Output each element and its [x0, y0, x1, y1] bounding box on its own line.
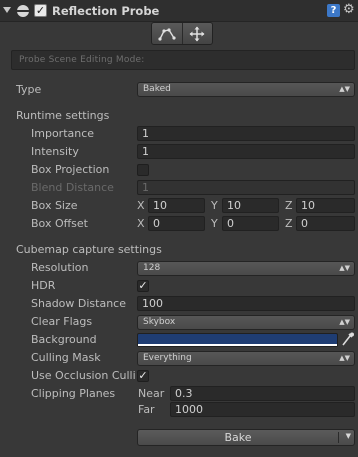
clear-flags-label: Clear Flags	[31, 315, 93, 328]
importance-field[interactable]: 1	[137, 126, 355, 141]
box-offset-y-axis: Y	[211, 217, 218, 230]
bake-divider	[338, 432, 339, 443]
cubemap-settings-heading: Cubemap capture settings	[16, 243, 162, 256]
culling-mask-dropdown[interactable]: Everything ▲▼	[137, 351, 355, 366]
clear-flags-dropdown[interactable]: Skybox ▲▼	[137, 315, 355, 330]
box-offset-x-field[interactable]: 0	[148, 216, 205, 231]
component-header: ✓ Reflection Probe ? ⚙	[0, 0, 358, 22]
reflection-probe-icon	[17, 5, 29, 17]
near-field[interactable]: 0.3	[170, 386, 355, 401]
importance-label: Importance	[31, 127, 95, 140]
edit-mode-label: Probe Scene Editing Mode:	[11, 50, 355, 70]
occlusion-culling-checkbox[interactable]: ✓	[137, 370, 149, 382]
intensity-label: Intensity	[31, 145, 79, 158]
box-size-y-axis: Y	[211, 199, 218, 212]
shadow-distance-label: Shadow Distance	[31, 297, 126, 310]
component-title: Reflection Probe	[52, 4, 160, 18]
box-size-x-field[interactable]: 10	[148, 198, 205, 213]
help-icon[interactable]: ?	[327, 4, 340, 17]
culling-mask-label: Culling Mask	[31, 351, 101, 364]
type-dropdown[interactable]: Baked ▲▼	[137, 82, 355, 97]
bake-label: Bake	[224, 431, 252, 444]
hdr-checkbox[interactable]: ✓	[137, 280, 149, 292]
edit-mode-toolbar	[151, 22, 213, 45]
type-value: Baked	[143, 84, 171, 94]
culling-mask-value: Everything	[143, 353, 192, 363]
box-offset-y-field[interactable]: 0	[222, 216, 279, 231]
box-size-z-field[interactable]: 10	[296, 198, 355, 213]
box-projection-checkbox[interactable]	[137, 164, 149, 176]
edit-bounds-icon	[158, 27, 176, 41]
box-size-y-field[interactable]: 10	[222, 198, 279, 213]
resolution-label: Resolution	[31, 261, 89, 274]
bake-dropdown-arrow-icon[interactable]: ▼	[346, 432, 351, 440]
near-label: Near	[138, 387, 165, 400]
box-size-x-axis: X	[137, 199, 145, 212]
move-origin-button[interactable]	[181, 23, 213, 44]
bake-button[interactable]: Bake ▼	[137, 429, 355, 446]
dropdown-arrow-icon: ▲▼	[339, 354, 350, 362]
type-label: Type	[16, 83, 42, 96]
background-color-field[interactable]	[137, 333, 338, 347]
dropdown-arrow-icon: ▲▼	[339, 85, 350, 93]
box-offset-x-axis: X	[137, 217, 145, 230]
enabled-checkbox[interactable]: ✓	[34, 4, 47, 17]
box-size-z-axis: Z	[285, 199, 293, 212]
dropdown-arrow-icon: ▲▼	[339, 264, 350, 272]
background-label: Background	[31, 333, 97, 346]
resolution-dropdown[interactable]: 128 ▲▼	[137, 261, 355, 276]
box-projection-label: Box Projection	[31, 163, 110, 176]
box-offset-label: Box Offset	[31, 217, 88, 230]
far-field[interactable]: 1000	[170, 402, 355, 417]
foldout-arrow-icon[interactable]	[3, 7, 11, 13]
eyedropper-icon[interactable]	[341, 331, 355, 347]
far-label: Far	[138, 403, 155, 416]
dropdown-arrow-icon: ▲▼	[339, 318, 350, 326]
box-offset-z-axis: Z	[285, 217, 293, 230]
clear-flags-value: Skybox	[143, 317, 176, 327]
runtime-settings-heading: Runtime settings	[16, 109, 110, 122]
occlusion-culling-label: Use Occlusion Culli	[31, 369, 136, 382]
intensity-field[interactable]: 1	[137, 144, 355, 159]
edit-bounds-button[interactable]	[152, 23, 182, 44]
shadow-distance-field[interactable]: 100	[137, 296, 355, 311]
gear-icon[interactable]: ⚙	[343, 2, 355, 17]
blend-distance-label: Blend Distance	[31, 181, 114, 194]
move-icon	[189, 26, 205, 41]
hdr-label: HDR	[31, 279, 56, 292]
blend-distance-field[interactable]: 1	[137, 180, 355, 195]
clipping-planes-label: Clipping Planes	[31, 387, 116, 400]
resolution-value: 128	[143, 263, 161, 273]
box-offset-z-field[interactable]: 0	[296, 216, 355, 231]
box-size-label: Box Size	[31, 199, 78, 212]
